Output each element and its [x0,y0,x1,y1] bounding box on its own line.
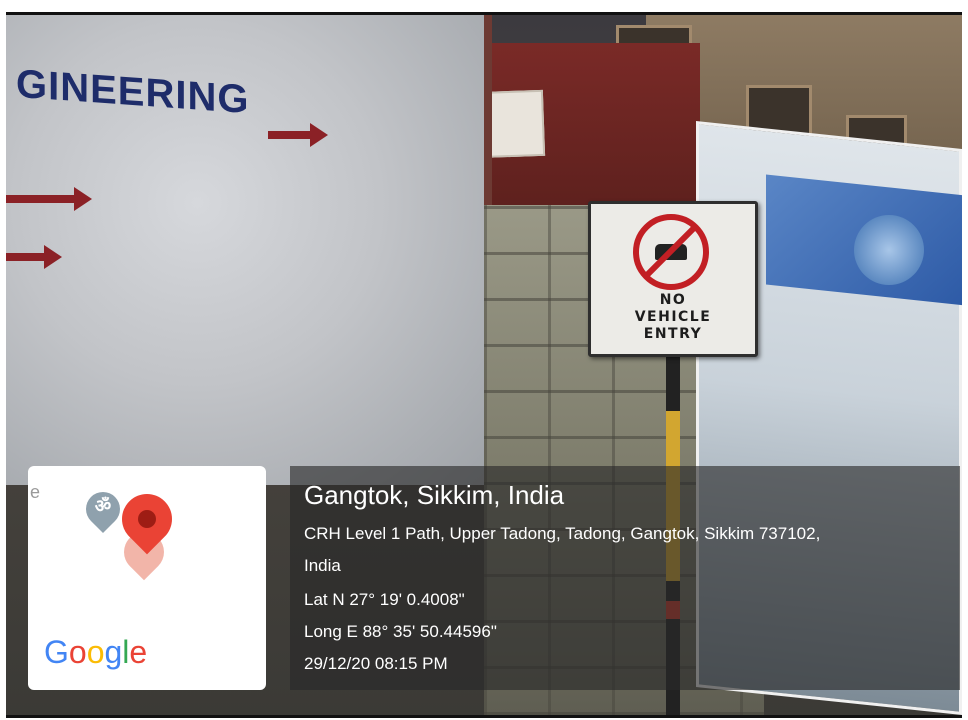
latitude-text: Lat N 27° 19' 0.4008" [304,590,465,609]
address-line-2: India [304,556,341,575]
logo-letter: o [86,634,105,670]
logo-letter: o [68,634,87,670]
sign-text: NO VEHICLE ENTRY [591,292,755,343]
location-title: Gangtok, Sikkim, India [304,480,565,510]
location-info-panel: Gangtok, Sikkim, India CRH Level 1 Path,… [290,466,960,690]
arrow-icon [6,187,92,211]
logo-letter: G [44,634,69,670]
sign-line-2: VEHICLE [634,309,712,325]
longitude-text: Long E 88° 35' 50.44596" [304,622,497,641]
arrow-icon [6,245,62,269]
map-thumbnail: e ॐ Google [28,466,266,690]
prohibition-slash [642,224,698,280]
white-hoarding: GINEERING [6,15,492,485]
om-glyph: ॐ [94,496,112,517]
sign-line-1: NO [659,292,687,308]
logo-letter: g [104,634,123,670]
logo-letter: e [129,634,148,670]
no-vehicle-entry-sign: NO VEHICLE ENTRY [588,201,758,357]
arrow-icon [268,123,328,147]
sign-line-3: ENTRY [643,326,703,342]
banner-globe-graphic [854,215,924,285]
address-line-1: CRH Level 1 Path, Upper Tadong, Tadong, … [304,524,821,543]
google-logo: Google [44,634,147,671]
no-car-entry-icon [633,214,709,290]
pin-center-dot [138,510,156,528]
hoarding-text: GINEERING [16,61,250,123]
timestamp-text: 29/12/20 08:15 PM [304,654,448,673]
map-faint-label: e [30,482,41,502]
